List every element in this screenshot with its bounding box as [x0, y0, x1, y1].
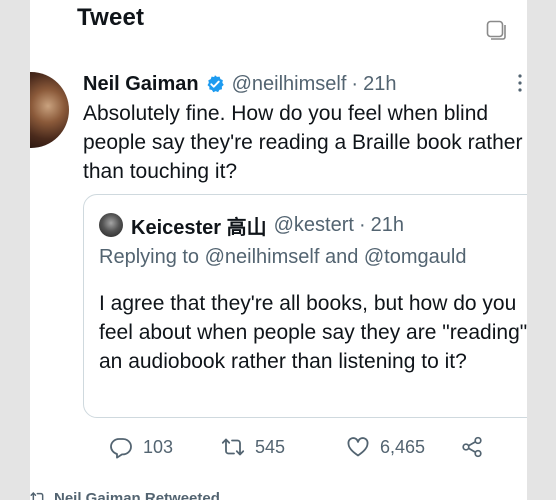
like-button[interactable]: 6,465 [346, 434, 425, 460]
tweet-actions-bar: 103 545 6,465 [83, 434, 503, 460]
quote-timestamp[interactable]: 21h [371, 214, 404, 237]
retweet-count: 545 [255, 436, 286, 457]
quote-author-name[interactable]: Keicester 高山 [131, 211, 267, 240]
window-icon[interactable] [486, 20, 506, 40]
quote-author-handle[interactable]: @kestert [274, 214, 354, 237]
quote-author-avatar[interactable] [99, 213, 123, 237]
speech-bubble-icon [110, 438, 132, 459]
retweeted-label[interactable]: Neil Gaiman Retweeted [54, 490, 220, 500]
like-count: 6,465 [380, 436, 426, 457]
heart-icon [347, 437, 369, 457]
retweeted-indicator: Neil Gaiman Retweeted [30, 488, 220, 500]
vertical-ellipsis-icon[interactable] [517, 73, 523, 93]
reply-count: 103 [143, 436, 174, 457]
quoted-tweet[interactable]: Keicester 高山 @kestert · 21h Replying to … [83, 194, 527, 418]
tweet-detail-card: Tweet Neil Gaiman @neilhimself · 21h Abs… [30, 0, 527, 500]
author-avatar[interactable] [30, 72, 69, 148]
retweet-button[interactable]: 545 [221, 434, 285, 460]
tweet-text: Absolutely fine. How do you feel when bl… [83, 102, 523, 183]
author-name[interactable]: Neil Gaiman [83, 73, 199, 96]
page-title: Tweet [77, 4, 145, 31]
meta-separator: · [351, 72, 359, 95]
replying-to-label: Replying to @neilhimself and @tomgauld [99, 246, 467, 268]
quote-author-row: Keicester 高山 @kestert · 21h [131, 211, 404, 239]
author-handle[interactable]: @neilhimself [232, 73, 347, 96]
retweet-small-icon [30, 492, 44, 500]
reply-button[interactable]: 103 [109, 434, 173, 460]
share-button[interactable] [460, 434, 484, 460]
tweet-timestamp[interactable]: 21h [363, 73, 396, 96]
verified-badge-icon [207, 75, 224, 93]
tweet-author-row: Neil Gaiman @neilhimself · 21h [83, 70, 396, 98]
quote-text: I agree that they're all books, but how … [99, 292, 527, 373]
quote-meta-separator: · [358, 213, 366, 236]
retweet-arrows-icon [221, 438, 245, 456]
share-nodes-icon [462, 436, 482, 458]
